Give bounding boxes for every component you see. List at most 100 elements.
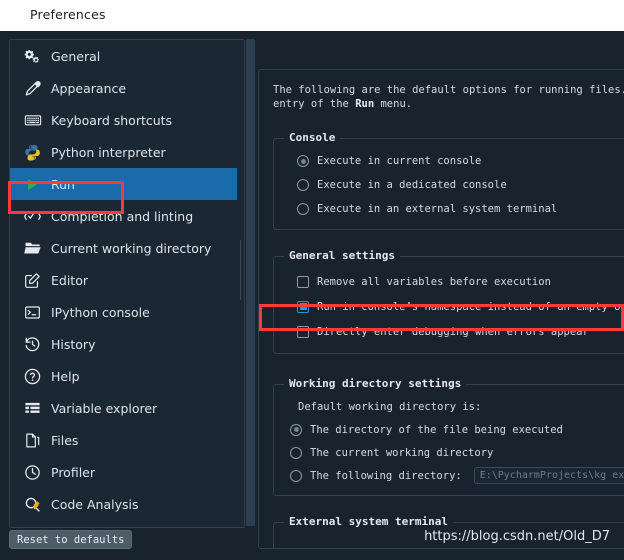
run-settings-panel: The following are the default options fo…	[258, 69, 624, 549]
question-circle-icon	[23, 367, 42, 386]
caption-text: Default working directory is:	[298, 401, 482, 413]
radio-execute-external-terminal[interactable]: Execute in an external system terminal	[274, 197, 624, 221]
option-label: Execute in current console	[317, 155, 482, 167]
option-label: Execute in an external system terminal	[317, 203, 558, 215]
sidebar-item-profiler[interactable]: Profiler	[10, 456, 244, 488]
intro-line-1: The following are the default options fo…	[273, 84, 624, 96]
sidebar-item-label: Code Analysis	[51, 496, 139, 512]
sidebar-item-general[interactable]: General	[10, 40, 244, 72]
checkbox-directly-enter-debugging[interactable]: Directly enter debugging when errors app…	[274, 319, 624, 344]
intro-line-2-pre: entry of the	[273, 98, 356, 110]
radio-following-directory[interactable]: The following directory: E:\PycharmProje…	[274, 464, 624, 487]
working-directory-group-title: Working directory settings	[284, 377, 467, 390]
sidebar-item-label: Appearance	[51, 80, 127, 96]
checkbox-remove-all-variables[interactable]: Remove all variables before execution	[274, 269, 624, 294]
intro-run-keyword: Run	[355, 98, 375, 110]
radio-execute-current-console[interactable]: Execute in current console	[274, 149, 624, 173]
general-settings-options: Remove all variables before execution Ru…	[274, 257, 624, 344]
console-groupbox: Console Execute in current console Execu…	[273, 131, 624, 230]
general-settings-group-title: General settings	[284, 249, 400, 262]
checkbox-indicator[interactable]	[297, 300, 309, 313]
radio-indicator[interactable]	[290, 423, 302, 436]
clock-rewind-icon	[23, 335, 42, 354]
option-label: Execute in a dedicated console	[317, 179, 507, 191]
radio-indicator[interactable]	[297, 155, 309, 167]
radio-directory-of-file[interactable]: The directory of the file being executed	[274, 418, 624, 441]
preferences-sidebar[interactable]: General Appearance Keyboard shortcuts Pytho…	[9, 39, 245, 528]
sidebar-item-appearance[interactable]: Appearance	[10, 72, 244, 104]
option-label: The following directory:	[310, 469, 462, 482]
window-titlebar: Preferences	[0, 0, 624, 31]
working-directory-path-input[interactable]: E:\PycharmProjects\kg exp	[473, 467, 624, 484]
keyboard-icon	[23, 111, 42, 130]
table-list-icon	[23, 399, 42, 418]
magnifier-check-icon	[23, 495, 42, 514]
eyedropper-icon	[23, 79, 42, 98]
sidebar-item-keyboard-shortcuts[interactable]: Keyboard shortcuts	[10, 104, 244, 136]
gears-icon	[23, 47, 42, 66]
option-label: Remove all variables before execution	[317, 275, 551, 288]
open-folder-icon	[23, 239, 42, 258]
radio-current-working-directory[interactable]: The current working directory	[274, 441, 624, 464]
sidebar-item-python-interpreter[interactable]: Python interpreter	[10, 136, 244, 168]
sidebar-item-label: Run	[51, 176, 75, 192]
option-label: The current working directory	[310, 446, 494, 459]
sidebar-item-variable-explorer[interactable]: Variable explorer	[10, 392, 244, 424]
pencil-square-icon	[23, 271, 42, 290]
sidebar-item-label: History	[51, 336, 96, 352]
sidebar-item-completion-and-linting[interactable]: Completion and linting	[10, 200, 244, 232]
radio-execute-dedicated-console[interactable]: Execute in a dedicated console	[274, 173, 624, 197]
sidebar-item-files[interactable]: Files	[10, 424, 244, 456]
files-icon	[23, 431, 42, 450]
working-directory-caption: Default working directory is:	[274, 396, 624, 418]
python-icon	[23, 143, 42, 162]
sidebar-item-list: General Appearance Keyboard shortcuts Pytho…	[10, 40, 244, 520]
checkbox-run-in-console-namespace[interactable]: Run in console’s namespace instead of an…	[274, 294, 624, 319]
sidebar-item-label: Python interpreter	[51, 144, 166, 160]
sidebar-scrollbar[interactable]	[237, 40, 244, 527]
sidebar-item-label: Editor	[51, 272, 88, 288]
play-triangle-icon	[23, 175, 42, 194]
sidebar-item-label: Help	[51, 368, 80, 384]
option-label: Run in console’s namespace instead of an…	[317, 300, 624, 313]
window-title: Preferences	[30, 7, 106, 22]
radio-indicator[interactable]	[297, 203, 309, 215]
sidebar-item-ipython-console[interactable]: IPython console	[10, 296, 244, 328]
sidebar-item-editor[interactable]: Editor	[10, 264, 244, 296]
console-options: Execute in current console Execute in a …	[274, 139, 624, 221]
intro-line-2-post: menu.	[374, 98, 413, 110]
intro-paragraph: The following are the default options fo…	[273, 83, 624, 111]
sidebar-item-current-working-directory[interactable]: Current working directory	[10, 232, 244, 264]
sidebar-item-run[interactable]: Run	[10, 168, 244, 200]
sidebar-scrollbar-thumb[interactable]	[240, 240, 241, 300]
sidebar-item-help[interactable]: Help	[10, 360, 244, 392]
option-label: Directly enter debugging when errors app…	[317, 325, 589, 338]
sidebar-item-history[interactable]: History	[10, 328, 244, 360]
console-group-title: Console	[284, 131, 341, 144]
sidebar-item-label: Files	[51, 432, 79, 448]
sidebar-item-label: Variable explorer	[51, 400, 158, 416]
radio-indicator[interactable]	[297, 179, 309, 191]
terminal-icon	[23, 303, 42, 322]
working-directory-options: Default working directory is: The direct…	[274, 385, 624, 487]
checkbox-indicator[interactable]	[297, 325, 309, 338]
option-label: The directory of the file being executed	[310, 423, 563, 436]
sidebar-item-label: General	[51, 48, 101, 64]
dialog-vertical-scrollbar[interactable]	[246, 39, 255, 526]
sidebar-item-label: Keyboard shortcuts	[51, 112, 173, 128]
sidebar-item-label: Current working directory	[51, 240, 212, 256]
clock-icon	[23, 463, 42, 482]
radio-indicator[interactable]	[290, 446, 302, 459]
checkmark-code-icon	[23, 207, 42, 226]
general-settings-groupbox: General settings Remove all variables be…	[273, 249, 624, 354]
sidebar-item-label: IPython console	[51, 304, 150, 320]
sidebar-item-label: Completion and linting	[51, 208, 194, 224]
watermark-text: https://blog.csdn.net/Old_D7	[424, 529, 610, 544]
working-directory-groupbox: Working directory settings Default worki…	[273, 377, 624, 496]
sidebar-item-code-analysis[interactable]: Code Analysis	[10, 488, 244, 520]
checkbox-indicator[interactable]	[297, 275, 309, 288]
external-terminal-group-title: External system terminal	[284, 515, 453, 528]
reset-to-defaults-button[interactable]: Reset to defaults	[9, 530, 133, 549]
radio-indicator[interactable]	[290, 469, 302, 482]
preferences-dialog: General Appearance Keyboard shortcuts Pytho…	[0, 31, 624, 560]
